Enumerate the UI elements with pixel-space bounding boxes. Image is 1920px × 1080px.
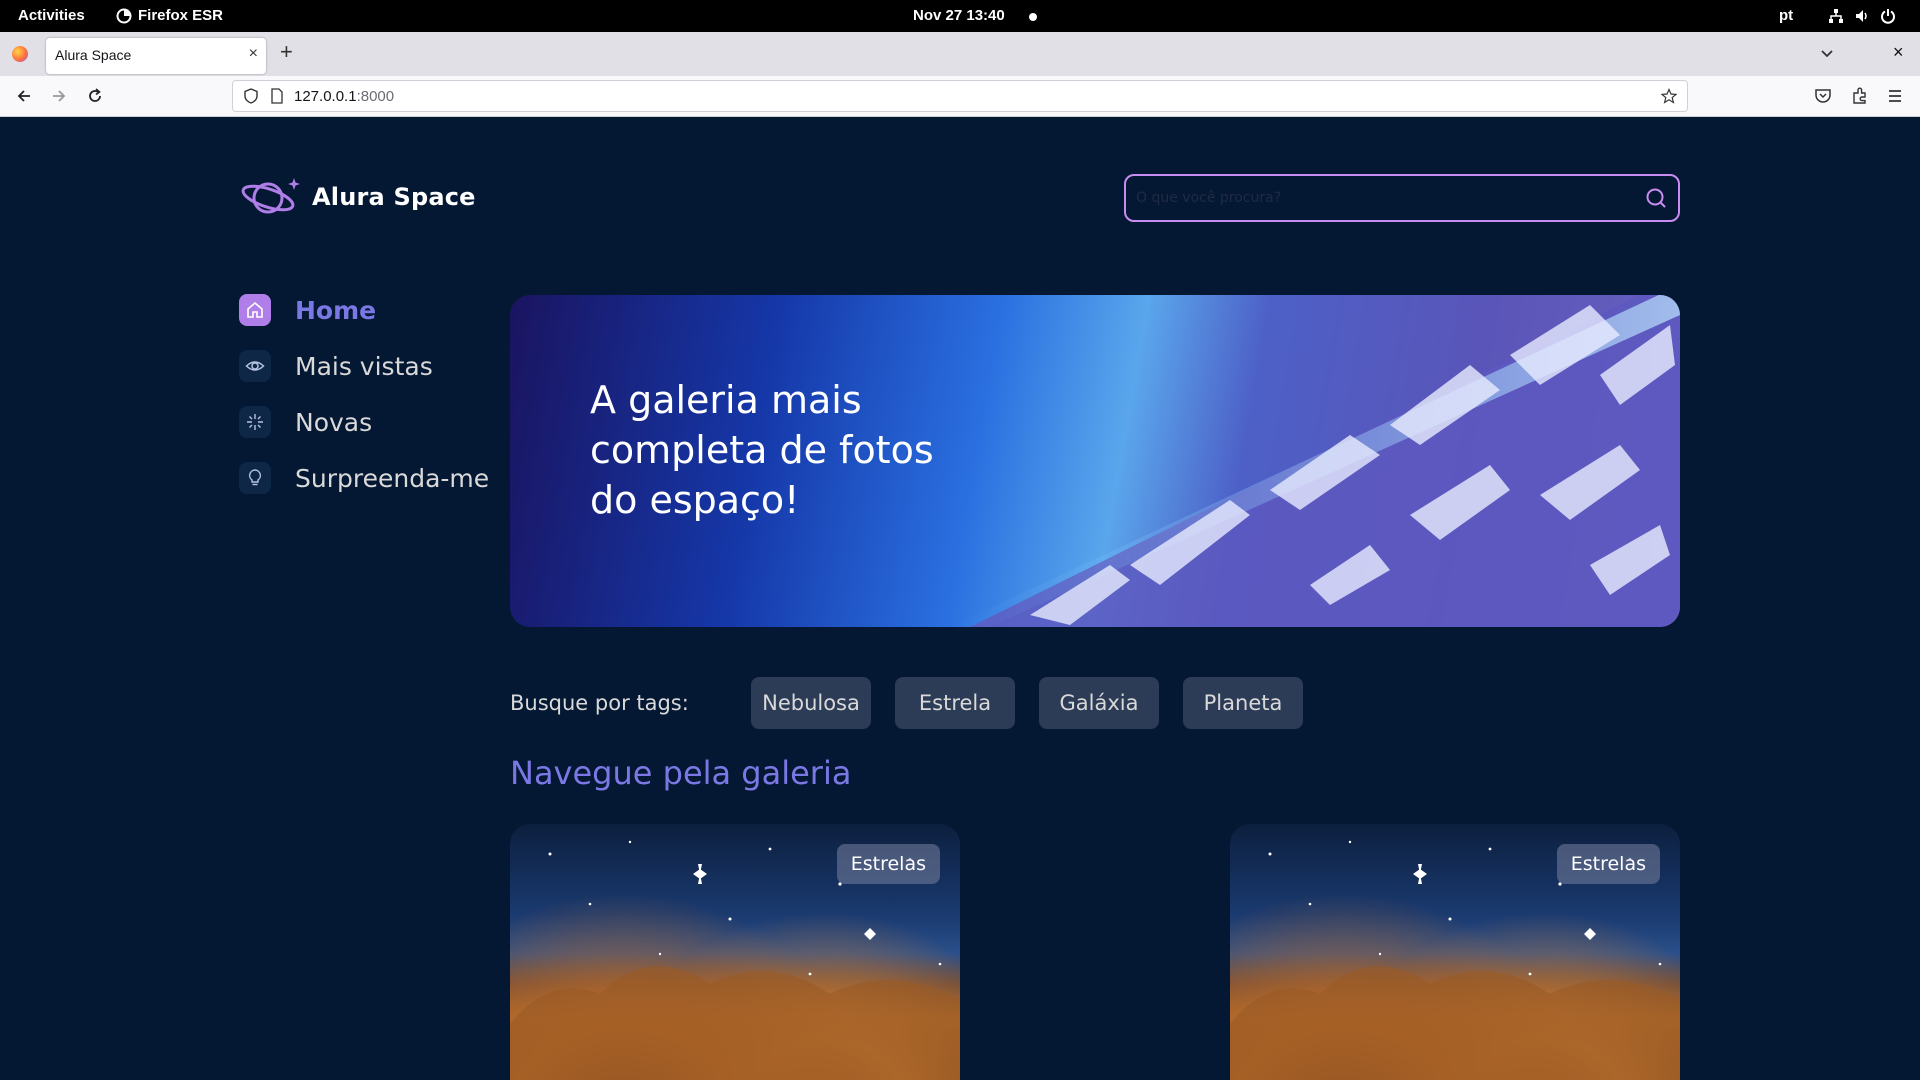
keyboard-layout-indicator[interactable]: pt bbox=[1779, 7, 1793, 24]
app-name: Firefox ESR bbox=[138, 7, 224, 24]
address-bar[interactable]: 127.0.0.1:8000 bbox=[232, 80, 1688, 112]
tag-estrela[interactable]: Estrela bbox=[895, 677, 1015, 729]
gallery-card[interactable]: Estrelas bbox=[510, 824, 960, 1080]
tab-title: Alura Space bbox=[55, 47, 132, 63]
lightbulb-icon bbox=[239, 462, 271, 494]
window-close-button[interactable]: × bbox=[1893, 42, 1904, 63]
notification-dot bbox=[1029, 13, 1037, 21]
app-menu[interactable]: Firefox ESR bbox=[116, 7, 223, 24]
sidebar-item-label: Mais vistas bbox=[295, 351, 433, 381]
card-tag: Estrelas bbox=[836, 844, 940, 884]
search-icon[interactable] bbox=[1644, 187, 1668, 211]
tags-label: Busque por tags: bbox=[510, 691, 689, 715]
sidebar-item-label: Novas bbox=[295, 407, 373, 437]
clock[interactable]: Nov 27 13:40 bbox=[913, 7, 1005, 24]
url-port: :8000 bbox=[356, 88, 395, 105]
extensions-icon[interactable] bbox=[1851, 87, 1869, 105]
gallery-card[interactable]: Estrelas bbox=[1230, 824, 1680, 1080]
forward-arrow-icon[interactable] bbox=[50, 87, 68, 105]
sidebar-item-label: Home bbox=[295, 295, 377, 325]
firefox-app-icon bbox=[116, 8, 132, 23]
pocket-icon[interactable] bbox=[1814, 87, 1832, 105]
home-icon bbox=[239, 294, 271, 326]
network-icon bbox=[1829, 9, 1843, 23]
sidebar-item-mais-vistas[interactable]: Mais vistas bbox=[239, 348, 433, 384]
bookmark-star-icon[interactable] bbox=[1661, 88, 1677, 104]
sidebar-item-novas[interactable]: Novas bbox=[239, 404, 372, 440]
sidebar-item-home[interactable]: Home bbox=[239, 292, 376, 328]
banner-title: A galeria mais completa de fotos do espa… bbox=[590, 378, 934, 522]
reload-icon[interactable] bbox=[86, 87, 104, 105]
eye-icon bbox=[239, 350, 271, 382]
gallery-title: Navegue pela galeria bbox=[510, 754, 852, 792]
tab-alura-space[interactable]: Alura Space × bbox=[46, 38, 266, 74]
tag-galaxia[interactable]: Galáxia bbox=[1039, 677, 1159, 729]
page-info-icon[interactable] bbox=[269, 88, 285, 104]
sparkle-icon bbox=[239, 406, 271, 438]
card-tag: Estrelas bbox=[1556, 844, 1660, 884]
hamburger-menu-icon[interactable] bbox=[1886, 87, 1904, 105]
volume-icon bbox=[1856, 10, 1867, 22]
activities-button[interactable]: Activities bbox=[18, 7, 85, 24]
chevron-down-icon[interactable] bbox=[1818, 44, 1836, 62]
hero-banner: A galeria mais completa de fotos do espa… bbox=[510, 295, 1680, 627]
url-host: 127.0.0.1 bbox=[294, 88, 357, 105]
browser-nav-bar: 127.0.0.1:8000 bbox=[0, 76, 1920, 117]
tag-nebulosa[interactable]: Nebulosa bbox=[751, 677, 871, 729]
system-top-bar: Activities Firefox ESR Nov 27 13:40 pt bbox=[0, 0, 1920, 32]
page-viewport: Alura Space Home Mais vistas Novas bbox=[0, 117, 1920, 1080]
tag-planeta[interactable]: Planeta bbox=[1183, 677, 1303, 729]
search-box[interactable] bbox=[1124, 174, 1680, 222]
system-tray[interactable] bbox=[1828, 8, 1896, 24]
back-arrow-icon[interactable] bbox=[15, 87, 33, 105]
new-tab-button[interactable]: + bbox=[280, 41, 293, 63]
planet-logo-icon bbox=[241, 178, 300, 214]
browser-tab-strip: Alura Space × + × bbox=[0, 32, 1920, 76]
sidebar-item-surpreenda-me[interactable]: Surpreenda-me bbox=[239, 460, 489, 496]
tab-close-icon[interactable]: × bbox=[249, 45, 258, 63]
url-text[interactable]: 127.0.0.1:8000 bbox=[294, 88, 394, 105]
shield-icon[interactable] bbox=[243, 88, 259, 104]
site-logo[interactable]: Alura Space bbox=[240, 174, 476, 220]
power-icon bbox=[1881, 9, 1895, 24]
tag-filter-bar: Busque por tags: Nebulosa Estrela Galáxi… bbox=[510, 677, 1680, 729]
firefox-view-icon[interactable] bbox=[12, 46, 28, 62]
sidebar-item-label: Surpreenda-me bbox=[295, 463, 490, 493]
search-input[interactable] bbox=[1136, 186, 1636, 210]
logo-text: Alura Space bbox=[312, 183, 476, 211]
